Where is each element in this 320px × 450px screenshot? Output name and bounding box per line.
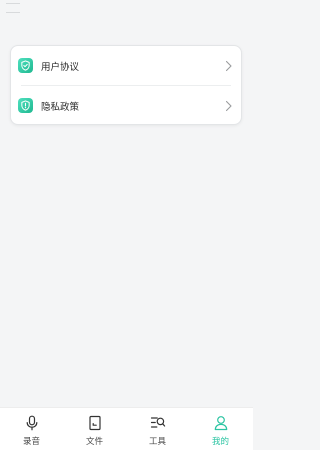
status-indicator-icon — [6, 3, 20, 13]
chevron-right-icon — [225, 100, 232, 111]
shield-check-icon — [18, 58, 33, 73]
menu-item-label: 用户协议 — [41, 61, 80, 73]
shield-exclamation-icon — [18, 98, 33, 113]
tab-label: 文件 — [85, 437, 103, 447]
tab-label: 录音 — [22, 437, 40, 447]
file-icon — [88, 415, 101, 431]
microphone-icon — [26, 415, 37, 431]
person-icon — [214, 416, 227, 431]
menu-item-privacy-policy[interactable]: 隐私政策 — [11, 86, 241, 124]
menu-item-user-agreement[interactable]: 用户协议 — [11, 46, 241, 85]
tab-label: 我的 — [211, 437, 229, 447]
tab-label: 工具 — [148, 437, 166, 447]
tab-files[interactable]: 文件 — [63, 408, 126, 450]
menu-item-label: 隐私政策 — [41, 101, 80, 113]
tools-search-icon — [150, 417, 165, 428]
tab-tools[interactable]: 工具 — [126, 408, 189, 450]
settings-menu-card: 用户协议 隐私政策 — [10, 45, 242, 125]
chevron-right-icon — [225, 60, 232, 71]
status-bar — [0, 0, 253, 18]
tab-record[interactable]: 录音 — [0, 408, 63, 450]
bottom-tab-bar: 录音 文件 工具 我的 — [0, 407, 253, 450]
tab-mine[interactable]: 我的 — [189, 408, 252, 450]
